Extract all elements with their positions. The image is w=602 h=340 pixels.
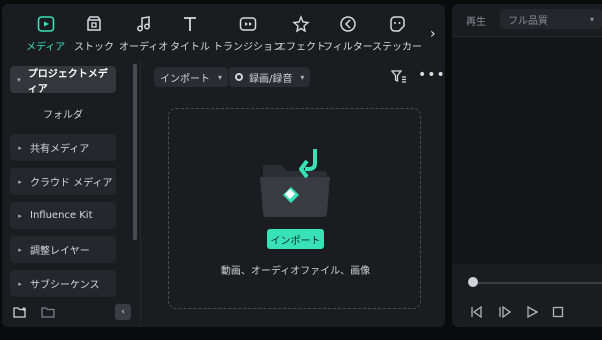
sidebar-item-subsequence[interactable]: ▸ サブシーケンス — [10, 270, 116, 297]
tab-sticker[interactable]: ステッカー — [372, 14, 422, 56]
sidebar-item-shared-media[interactable]: ▸ 共有メディア — [10, 134, 116, 161]
prev-frame-icon[interactable] — [470, 305, 483, 321]
tab-filter[interactable]: フィルター — [323, 14, 373, 56]
media-drop-zone[interactable]: インポート 動画、オーディオファイル、画像 — [168, 108, 421, 309]
tab-title[interactable]: タイトル — [170, 14, 210, 56]
sidebar-item-influence-kit[interactable]: ▸ Influence Kit — [10, 202, 116, 229]
sidebar-item-label: プロジェクトメディア — [27, 68, 108, 95]
sidebar-item-label: フォルダ — [43, 110, 83, 121]
quality-dropdown[interactable]: フル品質 ▾ — [500, 9, 602, 29]
title-icon — [180, 14, 200, 34]
sidebar-item-label: Influence Kit — [30, 210, 93, 221]
folder-icon[interactable] — [41, 306, 57, 320]
playback-timeline[interactable] — [472, 282, 602, 284]
chevron-down-icon: ▾ — [300, 72, 305, 82]
record-dropdown[interactable]: 録画/録音 ▾ — [229, 67, 311, 87]
bottom-strip — [0, 331, 602, 340]
tab-media[interactable]: メディア — [26, 14, 65, 56]
sidebar-item-label: サブシーケンス — [30, 280, 100, 291]
stock-icon — [84, 14, 104, 34]
media-panel: メディア ストック オーディオ タイトル トランジション エフェクト フィルター… — [2, 4, 445, 327]
more-options-icon[interactable]: ••• — [418, 67, 445, 83]
sidebar-scrollbar[interactable] — [133, 64, 137, 240]
preview-screen — [452, 36, 602, 264]
import-dropdown[interactable]: インポート ▾ — [154, 67, 229, 87]
tab-stock[interactable]: ストック — [74, 14, 114, 56]
media-icon — [36, 14, 56, 34]
sidebar-item-project-media[interactable]: ▾ プロジェクトメディア — [10, 66, 116, 95]
audio-icon — [134, 14, 154, 34]
preview-panel: 再生 フル品質 ▾ — [452, 4, 602, 327]
record-icon — [235, 73, 243, 81]
filter-icon — [338, 14, 358, 34]
sidebar-footer: ‹ — [10, 304, 135, 324]
sidebar-item-folder[interactable]: フォルダ — [10, 100, 116, 127]
caret-right-icon: ▸ — [18, 279, 22, 288]
caret-right-icon: ▸ — [18, 245, 22, 254]
tab-transition[interactable]: トランジション — [213, 14, 283, 56]
top-toolbar: メディア ストック オーディオ タイトル トランジション エフェクト フィルター… — [2, 4, 445, 59]
caret-right-icon: ▸ — [18, 211, 22, 220]
sidebar-item-label: クラウド メディア — [30, 178, 113, 189]
tab-audio[interactable]: オーディオ — [119, 14, 168, 56]
playhead-knob[interactable] — [468, 277, 478, 287]
chevron-down-icon: ▾ — [218, 72, 223, 82]
media-content: インポート ▾ 録画/録音 ▾ ••• インポート 動画、オーディオファイル、画… — [140, 60, 445, 327]
caret-right-icon: ▸ — [18, 177, 22, 186]
chevron-down-icon: ▾ — [589, 14, 594, 24]
collapse-sidebar-button[interactable]: ‹ — [115, 304, 131, 320]
stop-icon[interactable] — [552, 306, 564, 321]
effect-icon — [291, 14, 311, 34]
media-sidebar: ▾ プロジェクトメディア フォルダ ▸ 共有メディア ▸ クラウド メディア ▸… — [2, 60, 139, 327]
caret-down-icon: ▾ — [17, 75, 21, 84]
new-folder-icon[interactable] — [13, 306, 29, 320]
sidebar-item-adjustment-layer[interactable]: ▸ 調整レイヤー — [10, 236, 116, 263]
caret-right-icon: ▸ — [18, 143, 22, 152]
transition-icon — [238, 14, 258, 34]
filter-sort-icon[interactable] — [390, 70, 407, 86]
sticker-icon — [387, 14, 407, 34]
chevron-right-icon[interactable]: › — [430, 26, 436, 42]
tab-effect[interactable]: エフェクト — [276, 14, 326, 56]
import-button[interactable]: インポート — [267, 229, 324, 249]
play-label: 再生 — [466, 17, 486, 28]
sidebar-item-label: 調整レイヤー — [30, 246, 90, 257]
sidebar-item-cloud-media[interactable]: ▸ クラウド メディア — [10, 168, 116, 195]
import-folder-icon — [257, 147, 333, 223]
drop-hint-text: 動画、オーディオファイル、画像 — [220, 266, 371, 277]
next-frame-icon[interactable] — [498, 305, 512, 321]
play-icon[interactable] — [526, 305, 539, 321]
sidebar-item-label: 共有メディア — [30, 144, 90, 155]
